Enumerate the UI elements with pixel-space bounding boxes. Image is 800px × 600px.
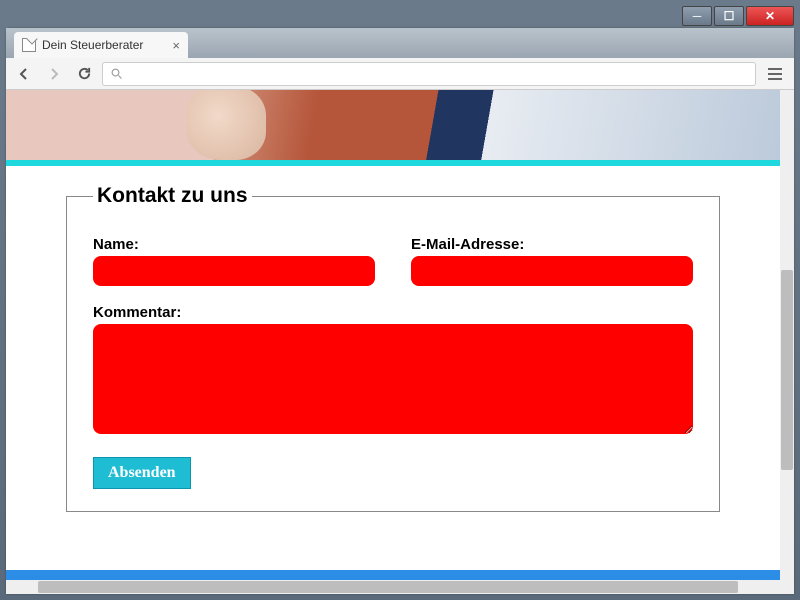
arrow-right-icon [46, 66, 62, 82]
hero-thumb-image [186, 90, 266, 160]
arrow-left-icon [16, 66, 32, 82]
fieldset-legend: Kontakt zu uns [93, 184, 252, 208]
nav-reload-button[interactable] [72, 62, 96, 86]
tab-close-icon[interactable]: × [172, 38, 180, 53]
reload-icon [77, 66, 92, 81]
browser-tabstrip: Dein Steuerberater × [6, 28, 794, 58]
search-icon [111, 68, 123, 80]
footer-bar [6, 570, 780, 580]
horizontal-scrollbar[interactable] [6, 580, 780, 594]
nav-back-button[interactable] [12, 62, 36, 86]
nav-forward-button[interactable] [42, 62, 66, 86]
contact-fieldset: Kontakt zu uns Name: E-Mail-Adresse: [66, 184, 720, 512]
browser-toolbar [6, 58, 794, 90]
name-input[interactable] [93, 256, 375, 286]
comment-label: Kommentar: [93, 304, 693, 321]
submit-button[interactable]: Absenden [93, 457, 191, 489]
name-label: Name: [93, 236, 375, 253]
browser-shell: Dein Steuerberater × [6, 28, 794, 594]
page-viewport: Kontakt zu uns Name: E-Mail-Adresse: [6, 90, 794, 594]
scroll-corner [780, 580, 794, 594]
os-window-frame: ─ ☐ ✕ Dein Steuerberater × [0, 0, 800, 600]
window-close-button[interactable]: ✕ [746, 6, 794, 26]
hero-image [6, 90, 780, 160]
address-bar[interactable] [102, 62, 756, 86]
hamburger-icon [768, 68, 782, 70]
email-input[interactable] [411, 256, 693, 286]
browser-menu-button[interactable] [762, 62, 788, 86]
window-maximize-button[interactable]: ☐ [714, 6, 744, 26]
window-minimize-button[interactable]: ─ [682, 6, 712, 26]
browser-tab-active[interactable]: Dein Steuerberater × [14, 32, 188, 58]
comment-textarea[interactable] [93, 324, 693, 434]
email-label: E-Mail-Adresse: [411, 236, 693, 253]
window-titlebar: ─ ☐ ✕ [4, 4, 796, 28]
vertical-scrollbar[interactable] [780, 90, 794, 580]
vertical-scroll-thumb[interactable] [781, 270, 793, 470]
horizontal-scroll-thumb[interactable] [38, 581, 738, 593]
page-content: Kontakt zu uns Name: E-Mail-Adresse: [6, 90, 780, 580]
page-favicon-icon [22, 38, 36, 52]
browser-tab-title: Dein Steuerberater [42, 38, 166, 52]
